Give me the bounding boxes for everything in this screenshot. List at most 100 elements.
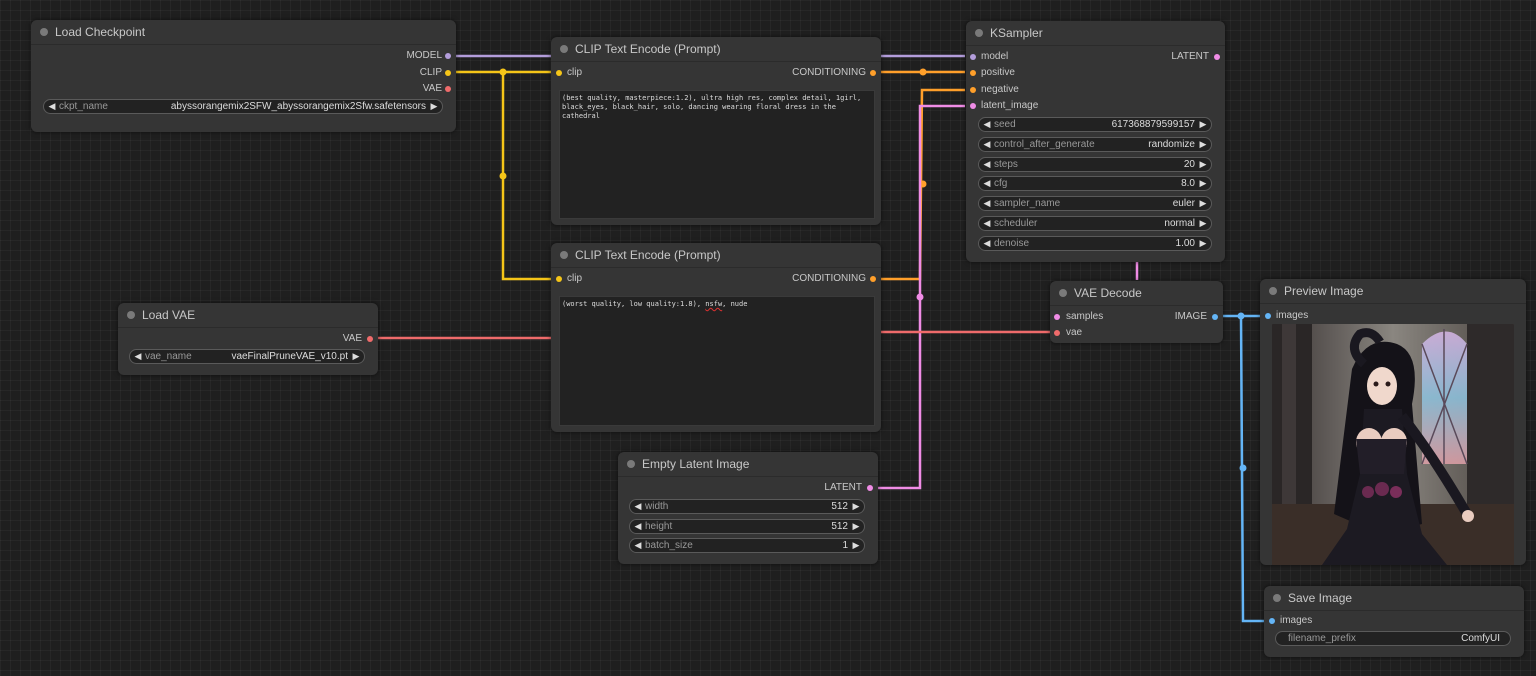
right-arrow-icon[interactable]: ▶: [429, 100, 439, 113]
collapse-dot-icon[interactable]: [975, 29, 983, 37]
right-arrow-icon[interactable]: ▶: [1198, 118, 1208, 131]
output-latent-pin[interactable]: [1214, 54, 1220, 60]
left-arrow-icon[interactable]: ◀: [982, 217, 992, 230]
input-negative[interactable]: negative: [981, 83, 1019, 97]
collapse-dot-icon[interactable]: [127, 311, 135, 319]
output-vae-pin[interactable]: [445, 86, 451, 92]
right-arrow-icon[interactable]: ▶: [1198, 217, 1208, 230]
steps-number-widget[interactable]: ◀ steps 20 ▶: [978, 157, 1212, 172]
left-arrow-icon[interactable]: ◀: [47, 100, 57, 113]
save-image-node[interactable]: Save Image images filename_prefix ComfyU…: [1264, 586, 1524, 657]
left-arrow-icon[interactable]: ◀: [982, 138, 992, 151]
vae-name-combo[interactable]: ◀ vae_name vaeFinalPruneVAE_v10.pt ▶: [129, 349, 365, 364]
left-arrow-icon[interactable]: ◀: [982, 158, 992, 171]
input-vae[interactable]: vae: [1066, 326, 1082, 340]
right-arrow-icon[interactable]: ▶: [851, 500, 861, 513]
batch-size-number-widget[interactable]: ◀ batch_size 1 ▶: [629, 538, 865, 553]
right-arrow-icon[interactable]: ▶: [851, 520, 861, 533]
output-conditioning[interactable]: CONDITIONING: [792, 66, 866, 80]
right-arrow-icon[interactable]: ▶: [1198, 177, 1208, 190]
input-model[interactable]: model: [981, 50, 1008, 64]
collapse-dot-icon[interactable]: [1059, 289, 1067, 297]
filename-prefix-input[interactable]: filename_prefix ComfyUI: [1275, 631, 1511, 646]
prompt-textarea[interactable]: (worst quality, low quality:1.8), nsfw, …: [559, 296, 875, 426]
input-clip[interactable]: clip: [567, 272, 582, 286]
ksampler-node[interactable]: KSampler model positive negative latent_…: [966, 21, 1225, 262]
left-arrow-icon[interactable]: ◀: [633, 520, 643, 533]
height-number-widget[interactable]: ◀ height 512 ▶: [629, 519, 865, 534]
node-title[interactable]: CLIP Text Encode (Prompt): [551, 37, 881, 62]
input-vae-pin[interactable]: [1054, 330, 1060, 336]
input-positive-pin[interactable]: [970, 70, 976, 76]
collapse-dot-icon[interactable]: [40, 28, 48, 36]
right-arrow-icon[interactable]: ▶: [1198, 138, 1208, 151]
right-arrow-icon[interactable]: ▶: [1198, 158, 1208, 171]
collapse-dot-icon[interactable]: [1273, 594, 1281, 602]
preview-image-node[interactable]: Preview Image images: [1260, 279, 1526, 565]
node-title[interactable]: Empty Latent Image: [618, 452, 878, 477]
empty-latent-image-node[interactable]: Empty Latent Image LATENT ◀ width 512 ▶ …: [618, 452, 878, 564]
node-title[interactable]: VAE Decode: [1050, 281, 1223, 306]
node-title[interactable]: Preview Image: [1260, 279, 1526, 304]
collapse-dot-icon[interactable]: [560, 251, 568, 259]
input-clip-pin[interactable]: [556, 276, 562, 282]
output-conditioning[interactable]: CONDITIONING: [792, 272, 866, 286]
input-latent-image-pin[interactable]: [970, 103, 976, 109]
input-images-pin[interactable]: [1269, 618, 1275, 624]
left-arrow-icon[interactable]: ◀: [982, 237, 992, 250]
prompt-textarea[interactable]: (best quality, masterpiece:1.2), ultra h…: [559, 90, 875, 219]
node-title[interactable]: Load Checkpoint: [31, 20, 456, 45]
input-samples-pin[interactable]: [1054, 314, 1060, 320]
output-image-pin[interactable]: [1212, 314, 1218, 320]
input-clip[interactable]: clip: [567, 66, 582, 80]
output-model-pin[interactable]: [445, 53, 451, 59]
collapse-dot-icon[interactable]: [1269, 287, 1277, 295]
output-image[interactable]: IMAGE: [1175, 310, 1207, 324]
vae-decode-node[interactable]: VAE Decode samples vae IMAGE: [1050, 281, 1223, 343]
width-number-widget[interactable]: ◀ width 512 ▶: [629, 499, 865, 514]
right-arrow-icon[interactable]: ▶: [351, 350, 361, 363]
clip-text-encode-negative-node[interactable]: CLIP Text Encode (Prompt) clip CONDITION…: [551, 243, 881, 432]
input-images[interactable]: images: [1280, 614, 1312, 628]
input-images[interactable]: images: [1276, 309, 1308, 323]
seed-number-widget[interactable]: ◀ seed 617368879599157 ▶: [978, 117, 1212, 132]
collapse-dot-icon[interactable]: [627, 460, 635, 468]
clip-text-encode-positive-node[interactable]: CLIP Text Encode (Prompt) clip CONDITION…: [551, 37, 881, 225]
output-clip-pin[interactable]: [445, 70, 451, 76]
node-title[interactable]: Save Image: [1264, 586, 1524, 611]
output-vae-pin[interactable]: [367, 336, 373, 342]
input-negative-pin[interactable]: [970, 87, 976, 93]
load-checkpoint-node[interactable]: Load Checkpoint MODEL CLIP VAE ◀ ckpt_na…: [31, 20, 456, 132]
right-arrow-icon[interactable]: ▶: [851, 539, 861, 552]
ckpt-name-combo[interactable]: ◀ ckpt_name abyssorangemix2SFW_abyssoran…: [43, 99, 443, 114]
control-after-generate-combo[interactable]: ◀ control_after_generate randomize ▶: [978, 137, 1212, 152]
output-latent[interactable]: LATENT: [824, 481, 862, 495]
output-conditioning-pin[interactable]: [870, 70, 876, 76]
left-arrow-icon[interactable]: ◀: [982, 118, 992, 131]
input-positive[interactable]: positive: [981, 66, 1015, 80]
right-arrow-icon[interactable]: ▶: [1198, 237, 1208, 250]
input-samples[interactable]: samples: [1066, 310, 1103, 324]
generated-image-preview[interactable]: [1272, 324, 1514, 565]
node-title[interactable]: KSampler: [966, 21, 1225, 46]
input-model-pin[interactable]: [970, 54, 976, 60]
collapse-dot-icon[interactable]: [560, 45, 568, 53]
input-clip-pin[interactable]: [556, 70, 562, 76]
input-latent-image[interactable]: latent_image: [981, 99, 1038, 113]
node-title[interactable]: CLIP Text Encode (Prompt): [551, 243, 881, 268]
output-model[interactable]: MODEL: [406, 49, 442, 63]
left-arrow-icon[interactable]: ◀: [633, 539, 643, 552]
scheduler-combo[interactable]: ◀ scheduler normal ▶: [978, 216, 1212, 231]
left-arrow-icon[interactable]: ◀: [982, 177, 992, 190]
output-vae[interactable]: VAE: [343, 332, 362, 346]
sampler-name-combo[interactable]: ◀ sampler_name euler ▶: [978, 196, 1212, 211]
left-arrow-icon[interactable]: ◀: [982, 197, 992, 210]
denoise-number-widget[interactable]: ◀ denoise 1.00 ▶: [978, 236, 1212, 251]
output-latent[interactable]: LATENT: [1171, 50, 1209, 64]
left-arrow-icon[interactable]: ◀: [133, 350, 143, 363]
output-conditioning-pin[interactable]: [870, 276, 876, 282]
cfg-number-widget[interactable]: ◀ cfg 8.0 ▶: [978, 176, 1212, 191]
right-arrow-icon[interactable]: ▶: [1198, 197, 1208, 210]
output-clip[interactable]: CLIP: [420, 66, 442, 80]
output-vae[interactable]: VAE: [423, 82, 442, 96]
